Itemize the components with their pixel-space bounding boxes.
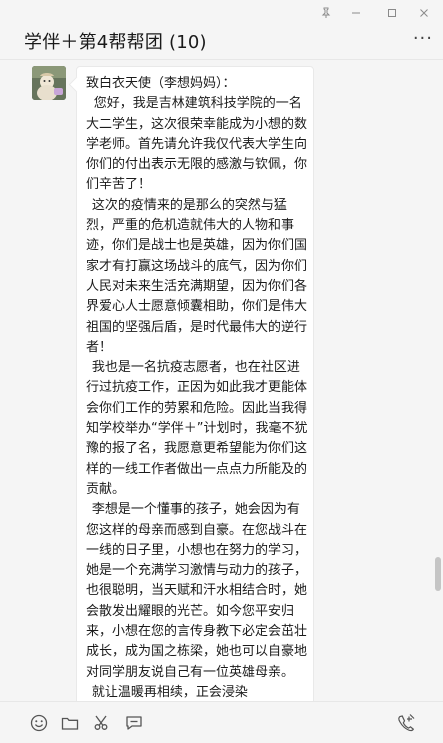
scissors-icon[interactable] [92,713,112,733]
chat-window: 学伴＋第4帮帮团 (10) ··· 致白衣天使（李想妈妈）： 您好，我是吉林建筑… [0,0,443,743]
message-paragraph: 这次的疫情来的是那么的突然与猛烈，严重的危机造就伟大的人物和事迹，你们是战士也是… [86,197,308,355]
emoji-icon[interactable] [29,713,49,733]
message-greeting: 致白衣天使（李想妈妈）： [86,76,236,91]
minimize-icon[interactable] [346,6,366,24]
input-toolbar [0,701,443,743]
avatar[interactable] [32,66,66,100]
voice-call-icon[interactable] [396,713,416,733]
folder-icon[interactable] [60,713,80,733]
title-bar: 学伴＋第4帮帮团 (10) ··· [0,0,443,60]
chat-title: 学伴＋第4帮帮团 (10) [24,32,207,53]
message-list[interactable]: 致白衣天使（李想妈妈）： 您好，我是吉林建筑科技学院的一名大二学生，这次很荣幸能… [0,61,443,701]
close-icon[interactable] [414,6,434,24]
message-paragraph: 李想是一个懂事的孩子，她会因为有您这样的母亲而感到自豪。在您战斗在一线的日子里，… [86,502,308,680]
message-paragraph: 就让温暖再相续，正会浸染 [91,684,248,700]
maximize-icon[interactable] [382,6,402,24]
pin-icon[interactable] [316,6,336,24]
message-paragraph: 我也是一名抗疫志愿者，也在社区进行过抗疫工作，正因为如此我才更能体会你们工作的劳… [86,360,308,497]
more-button[interactable]: ··· [413,30,433,48]
message-paragraph: 您好，我是吉林建筑科技学院的一名大二学生，这次很荣幸能成为小想的数学老师。首先请… [86,96,308,193]
scrollbar-thumb[interactable] [435,557,441,591]
chat-history-icon[interactable] [124,713,144,733]
message-text: 致白衣天使（李想妈妈）： 您好，我是吉林建筑科技学院的一名大二学生，这次很荣幸能… [86,74,308,701]
message-bubble[interactable]: 致白衣天使（李想妈妈）： 您好，我是吉林建筑科技学院的一名大二学生，这次很荣幸能… [76,66,314,701]
